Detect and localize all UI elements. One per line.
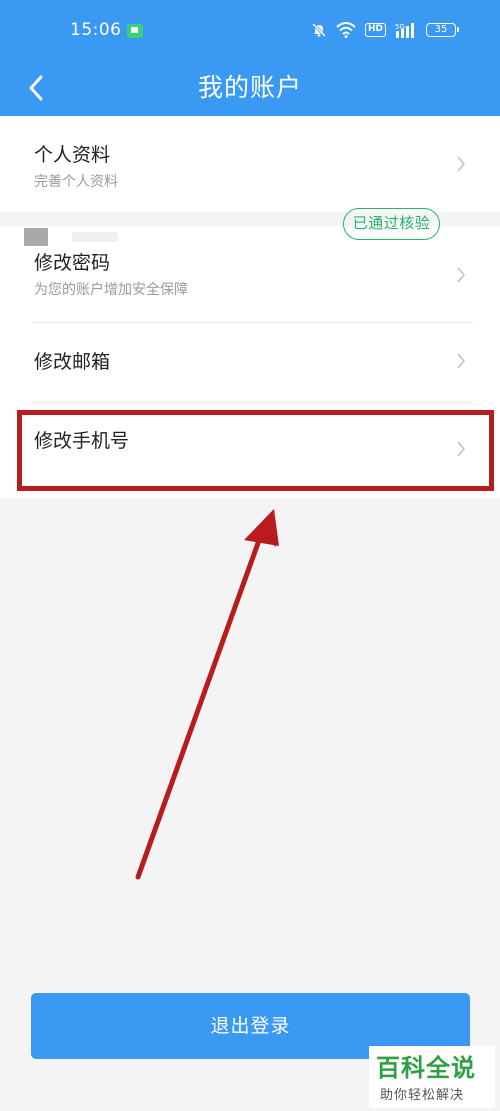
chevron-right-icon bbox=[457, 441, 466, 457]
row-title: 个人资料 bbox=[34, 144, 111, 166]
battery-icon: 35 bbox=[426, 23, 459, 37]
row-title: 修改密码 bbox=[34, 252, 111, 274]
profile-section: 个人资料 完善个人资料 bbox=[0, 116, 500, 212]
row-subtitle: 完善个人资料 bbox=[34, 174, 118, 190]
row-title: 修改手机号 bbox=[34, 430, 130, 452]
row-personal-info[interactable]: 个人资料 完善个人资料 bbox=[0, 116, 500, 212]
masked-phone-value bbox=[24, 228, 48, 246]
watermark-subtitle: 助你轻松解决 bbox=[380, 1088, 465, 1103]
status-time: 15:06 bbox=[70, 20, 122, 40]
chevron-right-icon bbox=[457, 267, 466, 283]
row-title: 修改邮箱 bbox=[34, 351, 111, 373]
chevron-right-icon bbox=[457, 353, 466, 369]
watermark-title: 百科全说 bbox=[376, 1054, 476, 1082]
wifi-icon bbox=[336, 22, 356, 38]
security-section: 修改密码 为您的账户增加安全保障 修改邮箱 修改手机号 bbox=[0, 226, 500, 498]
app-header: 我的账户 bbox=[0, 62, 500, 116]
row-change-phone[interactable]: 修改手机号 bbox=[0, 403, 500, 498]
row-change-email[interactable]: 修改邮箱 bbox=[0, 323, 500, 402]
status-bar: 15:06 HD 5G 35 bbox=[0, 0, 500, 62]
chevron-right-icon bbox=[457, 156, 466, 172]
bell-mute-icon bbox=[311, 22, 327, 38]
verified-badge: 已通过核验 bbox=[343, 208, 440, 240]
status-icons: HD 5G 35 bbox=[311, 22, 459, 38]
watermark-logo: 百科全说 助你轻松解决 bbox=[369, 1046, 495, 1108]
row-subtitle: 为您的账户增加安全保障 bbox=[34, 282, 188, 298]
signal-icon: 5G bbox=[395, 22, 417, 38]
chat-icon bbox=[127, 24, 143, 38]
masked-phone-blur bbox=[72, 232, 118, 242]
hd-icon: HD bbox=[364, 23, 386, 37]
page-title: 我的账户 bbox=[197, 73, 302, 102]
